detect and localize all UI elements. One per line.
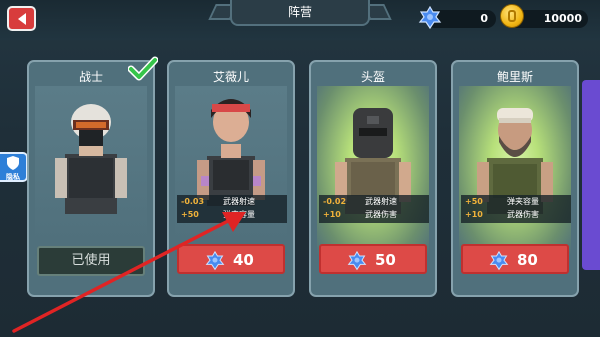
stat-delta: -0.02 — [323, 197, 347, 206]
stat-delta: -0.03 — [181, 197, 205, 206]
character-card-avril[interactable]: 艾薇儿 -0.03 武器射速 +50 弹夹容量 40 — [167, 60, 295, 297]
stat-row: -0.03 武器射速 — [177, 195, 287, 208]
character-portrait — [459, 86, 571, 256]
stat-panel: -0.02 武器射速 +10 武器伤害 — [319, 195, 429, 223]
gem-icon — [347, 251, 367, 271]
buy-button[interactable]: 50 — [319, 244, 427, 274]
gem-icon — [489, 251, 509, 271]
stat-delta: +10 — [323, 210, 341, 219]
gem-icon — [205, 251, 225, 271]
privacy-button[interactable]: 隐私 — [0, 152, 28, 182]
stat-panel: +50 弹夹容量 +10 武器伤害 — [461, 195, 571, 223]
stat-label: 武器伤害 — [507, 210, 539, 219]
stat-delta: +50 — [465, 197, 483, 206]
price-value: 40 — [233, 251, 254, 269]
coin-icon — [500, 4, 524, 28]
stat-label: 武器射速 — [365, 197, 397, 206]
price-value: 80 — [517, 251, 538, 269]
character-portrait — [35, 86, 147, 256]
side-panel-edge — [582, 80, 600, 270]
character-card-boris[interactable]: 鲍里斯 +50 弹夹容量 +10 武器伤害 80 — [451, 60, 579, 297]
stat-label: 武器射速 — [223, 197, 255, 206]
check-icon — [128, 56, 158, 81]
stat-label: 弹夹容量 — [507, 197, 539, 206]
in-use-button[interactable]: 已使用 — [37, 246, 145, 276]
stat-delta: +10 — [465, 210, 483, 219]
character-portrait — [317, 86, 429, 256]
stat-label: 武器伤害 — [365, 210, 397, 219]
character-name: 鲍里斯 — [496, 70, 533, 84]
buy-button[interactable]: 80 — [461, 244, 569, 274]
stat-row: +50 弹夹容量 — [177, 208, 287, 221]
gem-icon — [418, 6, 442, 30]
stat-delta: +50 — [181, 210, 199, 219]
stat-label: 弹夹容量 — [223, 210, 255, 219]
coin-count: 10000 — [543, 12, 582, 25]
price-value: 50 — [375, 251, 396, 269]
back-button[interactable] — [7, 6, 36, 31]
character-name: 头盔 — [360, 70, 385, 84]
stat-row: +50 弹夹容量 — [461, 195, 571, 208]
shield-icon — [7, 156, 19, 170]
stat-row: +10 武器伤害 — [461, 208, 571, 221]
page-title: 阵营 — [230, 0, 370, 26]
buy-button[interactable]: 40 — [177, 244, 285, 274]
character-card-helmet[interactable]: 头盔 -0.02 武器射速 +10 武器伤害 50 — [309, 60, 437, 297]
gem-count: 0 — [480, 12, 488, 25]
character-name: 艾薇儿 — [212, 70, 249, 84]
privacy-label: 隐私 — [6, 173, 20, 181]
character-portrait — [175, 86, 287, 256]
stat-panel: -0.03 武器射速 +50 弹夹容量 — [177, 195, 287, 223]
character-card-warrior[interactable]: 战士 已使用 — [27, 60, 155, 297]
stat-row: -0.02 武器射速 — [319, 195, 429, 208]
stat-row: +10 武器伤害 — [319, 208, 429, 221]
chevron-left-icon — [18, 13, 26, 25]
